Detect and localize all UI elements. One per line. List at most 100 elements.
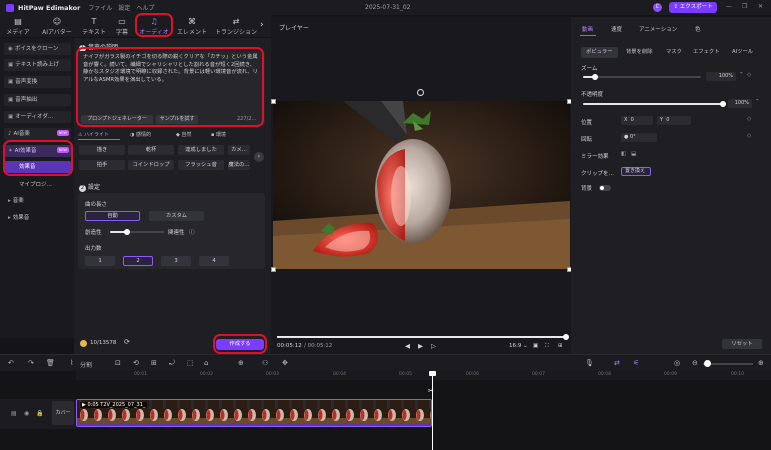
menu-help[interactable]: ヘルプ [136,3,154,12]
subtab-effects[interactable]: エフェクト [693,47,720,58]
keyframe-icon[interactable]: ◇ [747,133,751,139]
position-y-field[interactable]: Y 0 [657,116,691,125]
sidebar-item-voice-changer[interactable]: ▣ 音声変換 [4,76,71,88]
menu-settings[interactable]: 設定 [118,3,130,12]
output-option-2[interactable]: 2 [123,256,153,266]
sidebar-folder-music[interactable]: ▸ 音楽 [4,195,71,207]
timeline-zoom-knob[interactable] [704,360,711,367]
track-toggle-icon[interactable]: ▤ [11,410,17,417]
zoom-slider-knob[interactable] [592,74,598,80]
mic-icon[interactable]: 🎙 [585,359,594,367]
output-option-1[interactable]: 1 [85,256,115,266]
playhead[interactable] [432,371,433,450]
avatar[interactable]: C [653,3,662,12]
split-label[interactable]: 分割 [80,360,92,369]
maximize-button[interactable]: ❐ [742,3,747,10]
scissors-icon[interactable]: ✂ [428,387,434,395]
rotate-handle-icon[interactable] [417,89,424,96]
forward-icon[interactable]: ▷ [431,342,436,350]
subtab-mask[interactable]: マスク [666,47,682,58]
sidebar-item-voice-extract[interactable]: ▣ 音声抽出 [4,94,71,106]
subtab-ai-tools[interactable]: AIツール [732,47,753,58]
snapshot-icon[interactable]: ▣ [533,343,538,349]
sfx-chip[interactable]: 乾杯 [128,145,174,155]
subtab-remove-bg[interactable]: 背景を削除 [626,47,653,58]
keyframe-icon[interactable]: ◇ [747,116,751,122]
refresh-icon[interactable]: ⟳ [124,338,130,346]
home-icon[interactable]: ⌂ [204,359,208,367]
zoom-in-icon[interactable]: ⊕ [758,359,764,367]
zoom-out-icon[interactable]: ⊖ [692,359,698,367]
creativity-slider-knob[interactable] [124,229,130,235]
video-clip[interactable]: ▶ 0:05 T2V_2025_07_31_ [76,399,432,427]
sfx-chip[interactable]: コインドロップ [128,160,174,170]
rewind-icon[interactable]: ◀ [405,342,410,350]
stepper-icon[interactable]: ⌃ [739,72,744,78]
sidebar-item-audio-ducking[interactable]: ▣ オーディオダ… [4,111,71,123]
background-toggle[interactable] [599,185,611,191]
subtab-popular[interactable]: ポピュラー [581,47,618,58]
tab-media[interactable]: ▤ メディア [3,17,33,36]
genre-tab-nature[interactable]: ◆ 自然 [176,131,191,138]
tab-subtitles[interactable]: ▭ 字幕 [111,17,133,36]
sidebar-item-ai-music[interactable]: ♪ AI音楽 NEW [4,128,71,140]
info-icon[interactable]: ⓘ [189,228,195,236]
zoom-slider[interactable] [583,76,701,78]
export-button[interactable]: ⇪ エクスポート [669,2,717,13]
aspect-ratio[interactable]: 16:9 [509,343,521,349]
reverse-icon[interactable]: ⤾ [169,359,175,368]
video-preview[interactable] [273,101,570,269]
eye-icon[interactable]: ◉ [24,410,29,417]
freeze-icon[interactable]: ⬚ [187,359,194,367]
undo-icon[interactable]: ↶ [8,359,14,367]
length-auto-option[interactable]: 自動 [85,211,140,221]
genre-tab-emotional[interactable]: ◑ 感情的 [130,131,151,138]
position-x-field[interactable]: X 0 [621,116,653,125]
sidebar-folder-sfx[interactable]: ▸ 効果音 [4,212,71,224]
genre-tab-environment[interactable]: ▪ 環境 [211,131,226,138]
menu-file[interactable]: ファイル [88,3,112,12]
add-icon[interactable]: ⊕ [238,359,244,367]
crop-icon[interactable]: ⊡ [115,359,121,367]
tab-speed[interactable]: 速度 [611,25,622,33]
resize-handle-bl[interactable] [271,267,276,272]
mirror-horizontal-icon[interactable]: ◧ [621,151,626,157]
tab-color[interactable]: 色 [695,25,701,33]
stepper-icon[interactable]: ⌃ [755,99,760,105]
output-option-4[interactable]: 4 [199,256,229,266]
tab-video[interactable]: 動画 [582,25,593,33]
sfx-chip[interactable]: カメ… [228,145,250,155]
reset-button[interactable]: リセット [722,339,762,349]
tab-elements[interactable]: ⌘ エレメント [176,17,208,36]
preview-icon[interactable]: ◎ [674,359,680,367]
time-ruler[interactable]: 00:01 00:02 00:03 00:04 00:05 00:06 00:0… [76,371,771,380]
sfx-chip[interactable]: フラッシュ音 [178,160,224,170]
rotation-field[interactable]: ● 0° [621,133,657,142]
fullscreen-icon[interactable]: ⛶ [545,343,549,350]
genre-tab-highlight[interactable]: ⚠ ハイライト [78,131,109,138]
toolbar-more-icon[interactable]: › [260,20,264,30]
minimize-button[interactable]: — [726,3,732,10]
seek-knob[interactable] [563,334,569,340]
cover-button[interactable]: カバー [52,401,74,425]
person-icon[interactable]: ⚇ [262,359,268,367]
play-icon[interactable]: ▶ [418,342,423,350]
sfx-chip[interactable]: 拍手 [79,160,125,170]
sfx-chip[interactable]: 達成しました [178,145,224,155]
opacity-slider-knob[interactable] [720,101,726,107]
delete-icon[interactable]: 🗑 [46,359,55,367]
resize-handle-tl[interactable] [271,99,276,104]
grid-icon[interactable]: ⊞ [151,359,157,367]
redo-icon[interactable]: ↷ [28,359,34,367]
move-icon[interactable]: ✥ [282,359,288,367]
length-custom-option[interactable]: カスタム [149,211,204,221]
split-icon[interactable]: ⌇ [70,359,73,367]
output-option-3[interactable]: 3 [161,256,191,266]
sidebar-item-tts[interactable]: ▣ テキスト読み上げ [4,59,71,71]
tab-animation[interactable]: アニメーション [639,25,677,33]
lock-icon[interactable]: 🔒 [36,410,43,417]
sidebar-subitem-my-projects[interactable]: マイプロジ… [4,179,71,191]
tab-transitions[interactable]: ⇄ トランジション [214,17,258,36]
sidebar-item-voice-clone[interactable]: ◉ ボイスをクローン [4,43,71,55]
sfx-chip[interactable]: 描き [79,145,125,155]
